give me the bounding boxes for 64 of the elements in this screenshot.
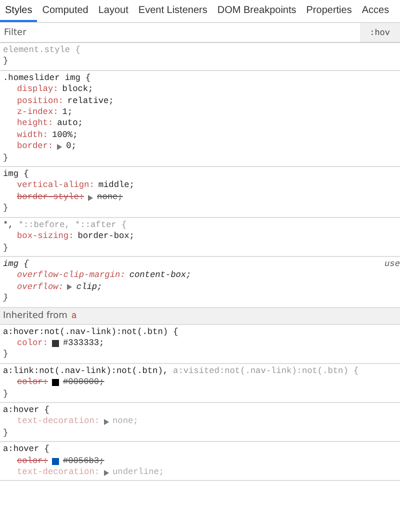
selector: img { bbox=[3, 169, 29, 180]
selector: a:hover:not(.nav-link):not(.btn) { bbox=[3, 326, 178, 338]
selector: a:hover { bbox=[3, 444, 50, 456]
selector: .homeslider img { bbox=[3, 72, 91, 84]
property-name[interactable]: position: bbox=[17, 96, 64, 108]
property-name[interactable]: color: bbox=[17, 456, 48, 467]
closing-brace: } bbox=[3, 388, 8, 399]
tab[interactable]: Properties bbox=[301, 0, 357, 22]
color-swatch[interactable] bbox=[52, 379, 59, 386]
expand-triangle-icon[interactable] bbox=[67, 284, 72, 290]
tab[interactable]: Layout bbox=[93, 0, 134, 22]
closing-brace: } bbox=[3, 428, 8, 438]
closing-brace: } bbox=[3, 242, 8, 252]
property-value[interactable]: clip; bbox=[76, 282, 102, 294]
property-value[interactable]: border-box; bbox=[78, 231, 134, 242]
tab[interactable]: Event Listeners bbox=[133, 0, 212, 22]
selector: a:hover { bbox=[3, 404, 50, 416]
property-name[interactable]: border: bbox=[17, 141, 54, 153]
property-name[interactable]: vertical-align: bbox=[17, 180, 94, 192]
selector: element.style { bbox=[3, 45, 80, 56]
property-value[interactable]: relative; bbox=[67, 96, 114, 108]
property-value[interactable]: auto; bbox=[57, 118, 83, 130]
element-link[interactable]: a bbox=[71, 310, 77, 321]
property-value[interactable]: 100%; bbox=[52, 130, 78, 142]
color-swatch[interactable] bbox=[52, 458, 59, 465]
selector: *, bbox=[3, 220, 14, 232]
expand-triangle-icon[interactable] bbox=[57, 144, 62, 150]
property-name[interactable]: height: bbox=[17, 118, 54, 130]
property-value[interactable]: #0056b3; bbox=[62, 456, 104, 467]
property-value[interactable]: content-box; bbox=[129, 270, 192, 282]
tab[interactable]: Computed bbox=[37, 0, 94, 22]
selector: a:link:not(.nav-link):not(.btn), bbox=[3, 366, 168, 378]
tab[interactable]: Acces bbox=[356, 0, 394, 22]
property-name[interactable]: z-index: bbox=[17, 107, 58, 118]
property-value[interactable]: #333333; bbox=[62, 338, 104, 350]
property-value[interactable]: 1; bbox=[62, 107, 73, 118]
closing-brace: } bbox=[3, 203, 8, 214]
selector: img { bbox=[3, 258, 29, 270]
property-name[interactable]: box-sizing: bbox=[17, 231, 74, 242]
selector: a:visited:not(.nav-link):not(.btn) { bbox=[173, 366, 359, 378]
inherited-label: Inherited from bbox=[3, 310, 68, 321]
property-value[interactable]: #000000; bbox=[62, 377, 104, 389]
property-name[interactable]: color: bbox=[17, 377, 48, 389]
property-name[interactable]: overflow-clip-margin: bbox=[17, 270, 126, 282]
stylesheet-origin[interactable]: use bbox=[384, 258, 400, 270]
expand-triangle-icon[interactable] bbox=[88, 194, 94, 201]
property-value[interactable]: 0; bbox=[66, 141, 76, 153]
property-name[interactable]: display: bbox=[17, 84, 58, 96]
tab[interactable]: DOM Breakpoints bbox=[212, 0, 302, 22]
closing-brace: } bbox=[3, 152, 8, 163]
tab[interactable]: Styles bbox=[0, 0, 38, 22]
hover-toggle-button[interactable]: :hov bbox=[360, 23, 400, 42]
property-value[interactable]: middle; bbox=[98, 180, 134, 192]
color-swatch[interactable] bbox=[52, 340, 59, 348]
property-name[interactable]: width: bbox=[17, 130, 48, 142]
property-value[interactable]: none; bbox=[97, 192, 123, 204]
closing-brace: } bbox=[3, 349, 8, 360]
property-value[interactable]: block; bbox=[62, 84, 94, 96]
closing-brace: } bbox=[3, 293, 8, 304]
property-name[interactable]: color: bbox=[17, 338, 48, 350]
closing-brace: } bbox=[3, 56, 8, 66]
selector: *::before, *::after { bbox=[18, 220, 127, 232]
property-name[interactable]: border-style: bbox=[17, 192, 84, 204]
property-name[interactable]: overflow: bbox=[17, 282, 64, 294]
